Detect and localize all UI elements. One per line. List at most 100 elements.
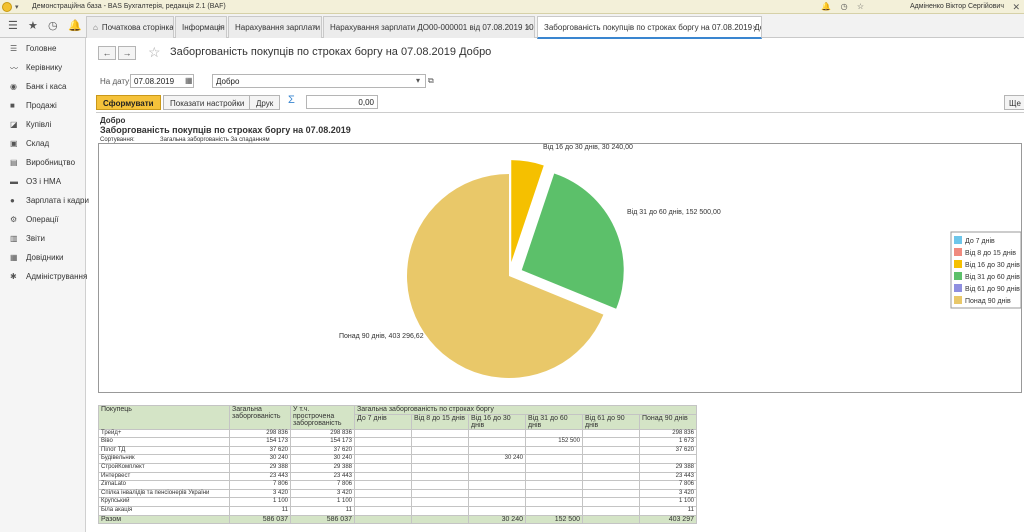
slice-data-label: Від 16 до 30 днів, 30 240,00 — [543, 144, 633, 151]
table-cell — [411, 462, 469, 473]
open-icon[interactable]: ⧉ — [428, 76, 434, 86]
legend-swatch — [954, 284, 962, 292]
table-cell: 298 836 — [639, 428, 697, 439]
close-icon[interactable]: × — [525, 23, 530, 32]
sidebar-item-assets[interactable]: ▬ ОЗ і НМА — [0, 173, 86, 191]
table-cell: 30 240 — [229, 454, 291, 464]
more-button[interactable]: Ще — [1004, 95, 1024, 110]
window-close-icon[interactable]: ✕ — [1012, 2, 1020, 13]
sidebar-item-operations[interactable]: ⚙ Операції — [0, 211, 86, 229]
sidebar-item-reports[interactable]: ▥ Звіти — [0, 230, 86, 248]
show-settings-button[interactable]: Показати настройки — [163, 95, 252, 110]
debt-table: Покупець Загальна заборгованість У т.ч. … — [98, 405, 697, 525]
table-cell — [411, 497, 469, 507]
table-cell: 3 420 — [229, 488, 291, 499]
table-row[interactable]: Будівельник 30 240 30 240 30 240 — [98, 454, 697, 464]
current-user[interactable]: Адміненко Віктор Сергійович — [910, 3, 1004, 10]
table-row[interactable]: Спілка інвалідів та пенсіонерів України 3… — [98, 488, 697, 499]
bank-icon: ◉ — [10, 82, 17, 91]
history-icon[interactable]: ◷ — [48, 19, 58, 32]
legend-label: Від 8 до 15 днів — [965, 249, 1016, 257]
col-period-3: Від 16 до 30 днів — [468, 413, 526, 430]
total-cell: 30 240 — [468, 514, 526, 525]
bag-icon: ■ — [10, 101, 15, 110]
table-cell: 1 100 — [229, 497, 291, 507]
table-cell: Пілот ТД — [98, 445, 230, 456]
sidebar-item-sales[interactable]: ■ Продажі — [0, 97, 86, 115]
table-cell: 298 836 — [290, 428, 355, 439]
close-icon[interactable]: × — [312, 23, 317, 32]
tab-info[interactable]: Інформація × — [175, 16, 227, 38]
chevron-down-icon[interactable]: ▾ — [416, 76, 420, 85]
history-icon[interactable]: ◷ — [841, 2, 848, 11]
sidebar-item-catalogs[interactable]: ▦ Довідники — [0, 249, 86, 267]
menu-icon[interactable]: ☰ — [8, 19, 18, 32]
print-button[interactable]: Друк — [249, 95, 281, 110]
tab-label: Нарахування зарплати ДО00-000001 від 07.… — [330, 23, 535, 32]
app-menu-chevron-icon[interactable]: ▾ — [15, 3, 19, 11]
table-cell: 298 836 — [229, 428, 291, 439]
sidebar-item-admin[interactable]: ✱ Адміністрування — [0, 268, 87, 286]
cart-icon: ◪ — [10, 120, 18, 129]
table-cell — [468, 462, 526, 473]
table-cell: 1 100 — [290, 497, 355, 507]
back-button[interactable]: ← — [98, 46, 116, 60]
close-icon[interactable]: × — [217, 23, 222, 32]
forward-button[interactable]: → — [118, 46, 136, 60]
table-cell: 1 100 — [639, 497, 697, 507]
sidebar-item-main[interactable]: ☰ Головне — [0, 40, 86, 58]
sidebar-item-label: Звіти — [26, 234, 45, 243]
col-period-2: Від 8 до 15 днів — [411, 413, 469, 430]
legend-label: Від 16 до 30 днів — [965, 261, 1020, 269]
table-cell — [354, 445, 412, 456]
col-buyer: Покупець — [98, 405, 230, 430]
tab-payroll[interactable]: Нарахування зарплати × — [228, 16, 322, 38]
favorites-icon[interactable]: ★ — [28, 19, 38, 32]
table-cell: 3 420 — [290, 488, 355, 499]
sidebar-item-warehouse[interactable]: ▣ Склад — [0, 135, 86, 153]
table-cell — [582, 462, 640, 473]
table-row[interactable]: Крупський 1 100 1 100 1 100 — [98, 497, 697, 507]
sidebar-item-label: Продажі — [26, 101, 57, 110]
table-cell — [582, 505, 640, 516]
sidebar-item-bank[interactable]: ◉ Банк і каса — [0, 78, 86, 96]
table-cell: 11 — [639, 505, 697, 516]
close-icon[interactable]: × — [752, 23, 757, 32]
table-row[interactable]: Віво 154 173 154 173 152 500 1 673 — [98, 437, 697, 447]
calendar-icon[interactable]: ▦ — [185, 76, 193, 85]
table-row[interactable]: Трейд+ 298 836 298 836 298 836 — [98, 428, 697, 439]
table-cell — [582, 428, 640, 439]
table-cell — [525, 454, 583, 464]
tab-debt-report[interactable]: Заборгованість покупців по строках боргу… — [537, 16, 762, 39]
table-cell — [354, 488, 412, 499]
table-cell: 152 500 — [525, 437, 583, 447]
tab-label: Заборгованість покупців по строках боргу… — [544, 23, 762, 32]
notifications-icon[interactable]: 🔔 — [68, 19, 82, 32]
table-cell — [525, 471, 583, 482]
bell-icon[interactable]: 🔔 — [821, 2, 831, 11]
table-row[interactable]: Біла акація 11 11 11 — [98, 505, 697, 516]
favorite-star-icon[interactable]: ☆ — [148, 44, 161, 61]
generate-button[interactable]: Сформувати — [96, 95, 161, 110]
chart-line-icon: 〰 — [10, 64, 18, 73]
table-cell — [525, 488, 583, 499]
table-row[interactable]: Пілот ТД 37 620 37 620 37 620 — [98, 445, 697, 456]
table-cell — [354, 480, 412, 490]
sidebar-item-production[interactable]: ▤ Виробництво — [0, 154, 86, 172]
star-icon[interactable]: ☆ — [857, 2, 864, 11]
table-row[interactable]: ZimaLato 7 806 7 806 7 806 — [98, 480, 697, 490]
table-header-row: Покупець Загальна заборгованість У т.ч. … — [98, 405, 697, 430]
sum-icon[interactable]: Σ — [288, 94, 295, 106]
sidebar-item-label: ОЗ і НМА — [26, 177, 62, 186]
col-period-4: Від 31 до 60 днів — [525, 413, 583, 430]
table-row[interactable]: Интервест 23 443 23 443 23 443 — [98, 471, 697, 482]
truck-icon: ▬ — [10, 177, 18, 186]
organization-select[interactable]: Добро — [212, 74, 426, 88]
sidebar-item-manager[interactable]: 〰 Керівнику — [0, 59, 86, 77]
sidebar-item-payroll[interactable]: ● Зарплата і кадри — [0, 192, 89, 210]
tab-payroll-doc[interactable]: Нарахування зарплати ДО00-000001 від 07.… — [323, 16, 535, 38]
table-cell: ZimaLato — [98, 480, 230, 490]
tab-home[interactable]: ⌂ Початкова сторінка — [86, 16, 174, 38]
sidebar-item-purchases[interactable]: ◪ Купівлі — [0, 116, 86, 134]
table-row[interactable]: СтройКомплект 29 388 29 388 29 388 — [98, 462, 697, 473]
